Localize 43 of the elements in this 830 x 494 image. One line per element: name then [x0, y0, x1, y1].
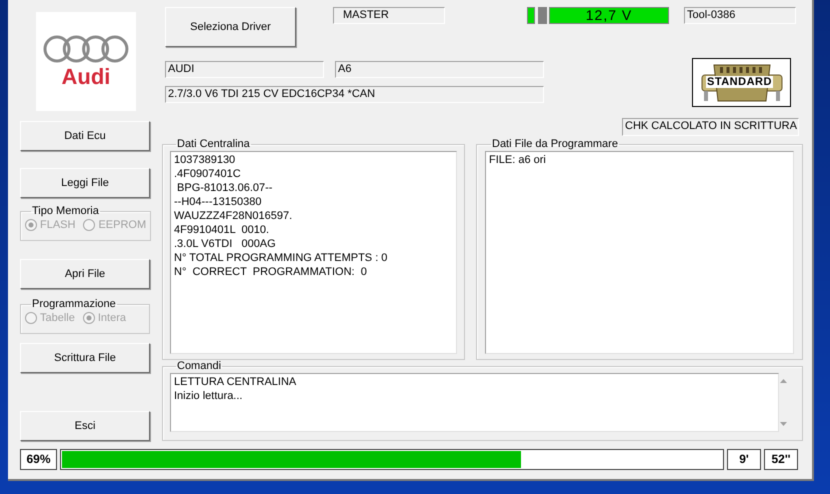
- text-line: 1037389130: [174, 153, 236, 167]
- sidebar-button[interactable]: Dati Ecu: [20, 121, 150, 151]
- percent-display: 69%: [20, 449, 57, 470]
- text-line: Inizio lettura...: [174, 389, 242, 403]
- connector-label: STANDARD: [706, 76, 773, 88]
- text-line: 4F9910401L 0010.: [174, 223, 270, 237]
- checksum-status-field: CHK CALCOLATO IN SCRITTURA: [622, 118, 799, 136]
- scroll-down-icon[interactable]: [780, 422, 786, 426]
- radio-label: EEPROM: [98, 218, 146, 233]
- text-line: LETTURA CENTRALINA: [174, 375, 296, 389]
- text-line: FILE: a6 ori: [489, 153, 546, 167]
- radio-label: Intera: [98, 311, 126, 326]
- model-field: A6: [335, 61, 544, 78]
- voltage-indicator-icon: [527, 7, 547, 24]
- sidebar-button[interactable]: Esci: [20, 411, 150, 441]
- make-field: AUDI: [165, 61, 324, 78]
- tool-id-field: Tool-0386: [684, 7, 796, 24]
- engine-field: 2.7/3.0 V6 TDI 215 CV EDC16CP34 *CAN: [165, 86, 544, 103]
- group-title: Tipo Memoria: [31, 206, 100, 217]
- text-line: N° TOTAL PROGRAMMING ATTEMPTS : 0: [174, 251, 388, 265]
- select-driver-button[interactable]: Seleziona Driver: [165, 7, 296, 47]
- radio-label: FLASH: [40, 218, 76, 233]
- group-title: Comandi: [176, 361, 222, 372]
- logo-text: Audi: [62, 64, 110, 88]
- group-title: Programmazione: [31, 299, 117, 310]
- group-title: Dati File da Programmare: [491, 139, 619, 150]
- radio-label: Tabelle: [40, 311, 75, 326]
- text-line: N° CORRECT PROGRAMMATION: 0: [174, 265, 367, 279]
- scroll-up-icon[interactable]: [780, 379, 786, 383]
- seconds-display: 52'': [764, 449, 798, 470]
- sidebar-button[interactable]: Scrittura File: [20, 343, 150, 373]
- minutes-display: 9': [727, 449, 761, 470]
- sidebar-button[interactable]: Leggi File: [20, 168, 150, 198]
- mode-field: MASTER: [333, 7, 445, 24]
- text-line: BPG-81013.06.07--: [176, 181, 272, 195]
- text-line: --H04---13150380: [174, 195, 262, 209]
- group-title: Dati Centralina: [176, 139, 251, 150]
- voltage-display: 12,7 V: [549, 7, 669, 24]
- text-line: .3.0L V6TDI 000AG: [174, 237, 276, 251]
- rings-icon: [43, 34, 129, 62]
- text-line: WAUZZZ4F28N016597.: [174, 209, 292, 223]
- text-line: .4F0907401C: [174, 167, 241, 181]
- sidebar-button[interactable]: Apri File: [20, 259, 150, 289]
